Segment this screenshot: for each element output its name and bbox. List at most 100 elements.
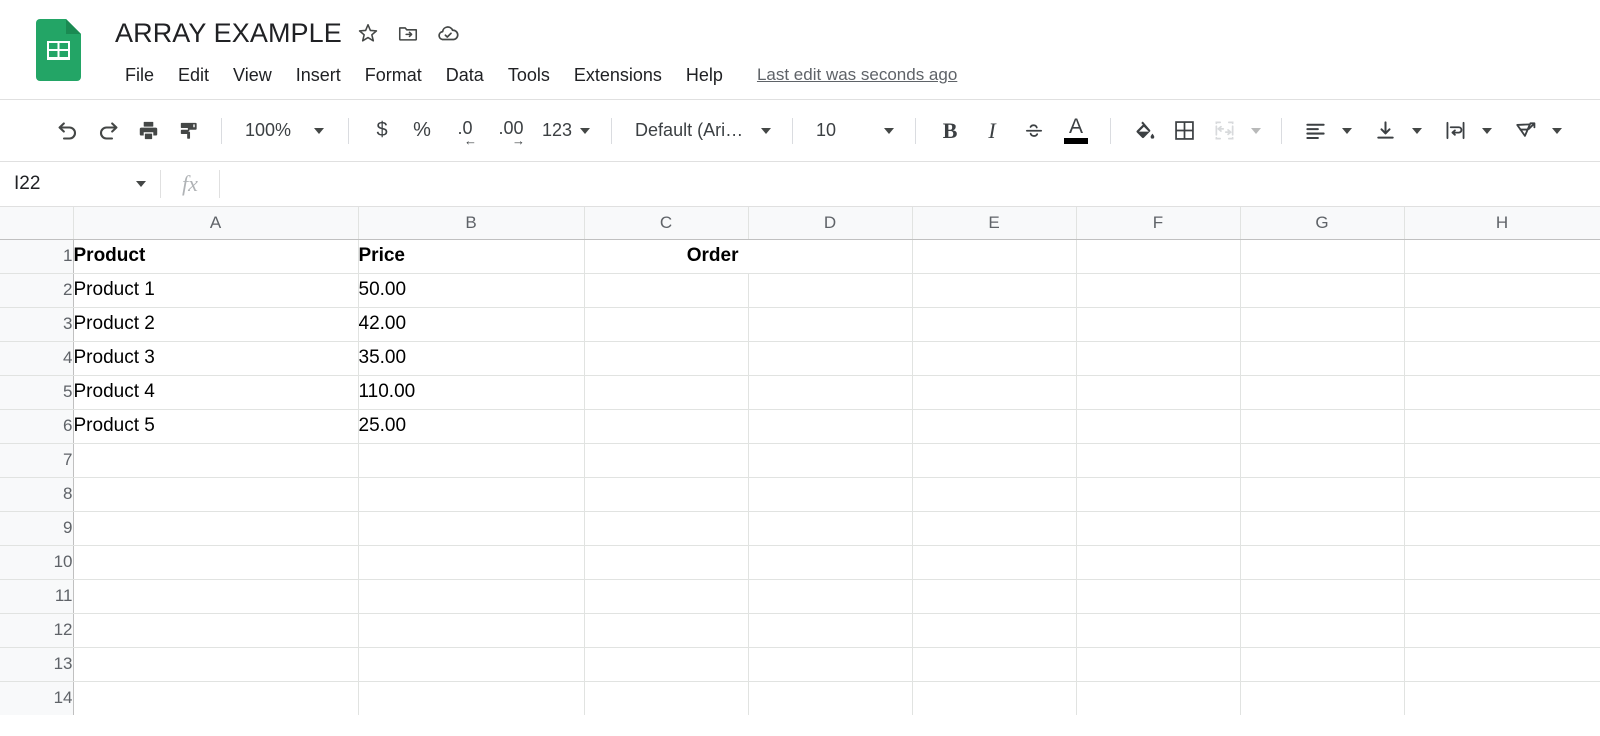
menu-data[interactable]: Data [434, 59, 496, 91]
cell-E3[interactable] [912, 307, 1077, 342]
cell-C8[interactable] [584, 477, 749, 512]
cell-F1[interactable] [1076, 239, 1241, 274]
cell-H11[interactable] [1404, 579, 1600, 614]
zoom-chevron-down-icon[interactable] [307, 111, 331, 151]
menu-help[interactable]: Help [674, 59, 735, 91]
cell-G3[interactable] [1240, 307, 1405, 342]
text-color-button[interactable]: A [1055, 111, 1097, 151]
cell-D7[interactable] [748, 443, 913, 478]
cell-H10[interactable] [1404, 545, 1600, 580]
name-box[interactable]: I22 [0, 162, 160, 207]
cell-D5[interactable] [748, 375, 913, 410]
column-header-g[interactable]: G [1240, 207, 1405, 240]
cell-B2[interactable]: 50.00 [358, 273, 585, 308]
cell-E6[interactable] [912, 409, 1077, 444]
cell-E11[interactable] [912, 579, 1077, 614]
menu-file[interactable]: File [113, 59, 166, 91]
move-to-folder-icon[interactable] [388, 16, 428, 50]
paint-format-button[interactable] [168, 111, 208, 151]
cell-B9[interactable] [358, 511, 585, 546]
column-header-f[interactable]: F [1076, 207, 1241, 240]
cell-G11[interactable] [1240, 579, 1405, 614]
redo-button[interactable] [88, 111, 128, 151]
column-header-b[interactable]: B [358, 207, 585, 240]
percent-format-button[interactable]: % [402, 111, 442, 151]
cell-E13[interactable] [912, 647, 1077, 682]
cell-F6[interactable] [1076, 409, 1241, 444]
cell-G13[interactable] [1240, 647, 1405, 682]
cell-D10[interactable] [748, 545, 913, 580]
print-button[interactable] [128, 111, 168, 151]
document-title[interactable]: ARRAY EXAMPLE [113, 14, 348, 52]
cell-A10[interactable] [73, 545, 359, 580]
font-family-selector[interactable]: Default (Ari… [625, 111, 779, 151]
cell-A2[interactable]: Product 1 [73, 273, 359, 308]
cell-F5[interactable] [1076, 375, 1241, 410]
cell-C5[interactable] [584, 375, 749, 410]
last-edit-status[interactable]: Last edit was seconds ago [757, 65, 957, 85]
cell-H8[interactable] [1404, 477, 1600, 512]
cell-B14[interactable] [358, 681, 585, 715]
cell-D6[interactable] [748, 409, 913, 444]
cell-H5[interactable] [1404, 375, 1600, 410]
cell-H6[interactable] [1404, 409, 1600, 444]
cell-G7[interactable] [1240, 443, 1405, 478]
cell-C9[interactable] [584, 511, 749, 546]
vertical-align-chevron-down-icon[interactable] [1405, 111, 1429, 151]
menu-insert[interactable]: Insert [284, 59, 353, 91]
cell-C4[interactable] [584, 341, 749, 376]
cell-B11[interactable] [358, 579, 585, 614]
number-format-selector[interactable]: 123 [534, 111, 598, 151]
cell-A9[interactable] [73, 511, 359, 546]
cell-B7[interactable] [358, 443, 585, 478]
cell-C3[interactable] [584, 307, 749, 342]
cell-C6[interactable] [584, 409, 749, 444]
row-header-3[interactable]: 3 [0, 307, 74, 342]
text-rotation-button[interactable] [1505, 111, 1545, 151]
row-header-5[interactable]: 5 [0, 375, 74, 410]
cell-G5[interactable] [1240, 375, 1405, 410]
cell-C11[interactable] [584, 579, 749, 614]
number-format-chevron-down-icon[interactable] [580, 127, 591, 134]
cell-H13[interactable] [1404, 647, 1600, 682]
column-header-h[interactable]: H [1404, 207, 1600, 240]
cell-D4[interactable] [748, 341, 913, 376]
cell-G1[interactable] [1240, 239, 1405, 274]
horizontal-align-chevron-down-icon[interactable] [1335, 111, 1359, 151]
column-header-a[interactable]: A [73, 207, 359, 240]
cell-E7[interactable] [912, 443, 1077, 478]
cell-E9[interactable] [912, 511, 1077, 546]
row-header-14[interactable]: 14 [0, 681, 74, 715]
cell-B6[interactable]: 25.00 [358, 409, 585, 444]
cell-F8[interactable] [1076, 477, 1241, 512]
font-size-chevron-down-icon[interactable] [884, 127, 895, 134]
cell-F9[interactable] [1076, 511, 1241, 546]
row-header-6[interactable]: 6 [0, 409, 74, 444]
cell-F14[interactable] [1076, 681, 1241, 715]
cell-E2[interactable] [912, 273, 1077, 308]
cell-C10[interactable] [584, 545, 749, 580]
cell-D8[interactable] [748, 477, 913, 512]
cell-C1[interactable]: Order [584, 239, 748, 274]
cell-H1[interactable] [1404, 239, 1600, 274]
cell-E5[interactable] [912, 375, 1077, 410]
cell-G9[interactable] [1240, 511, 1405, 546]
cell-H3[interactable] [1404, 307, 1600, 342]
increase-decimal-button[interactable]: .00 → [488, 111, 534, 151]
cell-B13[interactable] [358, 647, 585, 682]
cell-E10[interactable] [912, 545, 1077, 580]
cell-E14[interactable] [912, 681, 1077, 715]
cell-E8[interactable] [912, 477, 1077, 512]
cell-G12[interactable] [1240, 613, 1405, 648]
cell-C13[interactable] [584, 647, 749, 682]
fill-color-button[interactable] [1124, 111, 1164, 151]
row-header-8[interactable]: 8 [0, 477, 74, 512]
cloud-saved-icon[interactable] [428, 16, 468, 50]
cell-H14[interactable] [1404, 681, 1600, 715]
cell-B4[interactable]: 35.00 [358, 341, 585, 376]
cell-A5[interactable]: Product 4 [73, 375, 359, 410]
cell-D3[interactable] [748, 307, 913, 342]
cell-F2[interactable] [1076, 273, 1241, 308]
cell-H9[interactable] [1404, 511, 1600, 546]
italic-button[interactable]: I [971, 111, 1013, 151]
